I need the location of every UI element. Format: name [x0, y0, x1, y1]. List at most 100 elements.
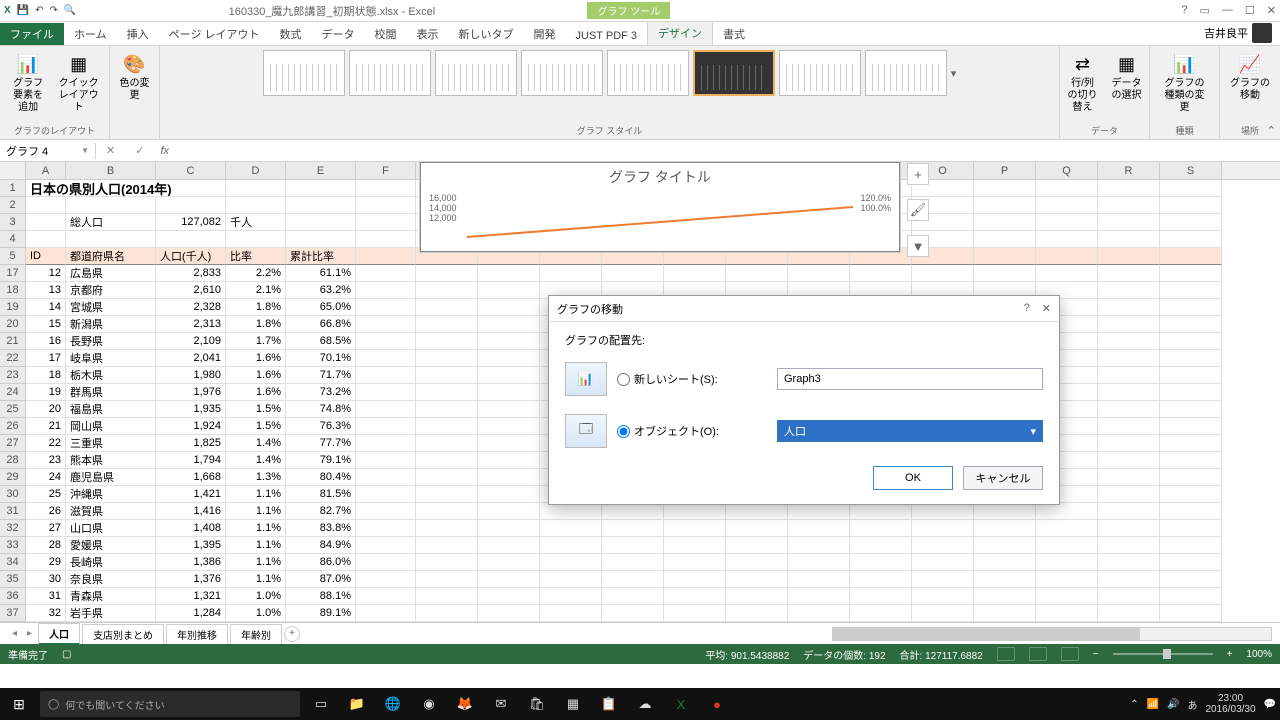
cell[interactable]	[1160, 384, 1222, 401]
cell[interactable]: 青森県	[66, 588, 156, 605]
tab-review[interactable]: 校閲	[365, 23, 407, 45]
cell[interactable]: 1,935	[156, 401, 226, 418]
row-header[interactable]: 23	[0, 367, 26, 384]
cell[interactable]: 1,794	[156, 452, 226, 469]
cell[interactable]: 23	[26, 452, 66, 469]
cell[interactable]: 1.1%	[226, 537, 286, 554]
cell[interactable]: 1,421	[156, 486, 226, 503]
cell[interactable]: 12	[26, 265, 66, 282]
cell[interactable]: 総人口	[66, 214, 156, 231]
cell[interactable]	[788, 605, 850, 622]
cell[interactable]	[1160, 231, 1222, 248]
cell[interactable]	[478, 520, 540, 537]
cell[interactable]	[416, 571, 478, 588]
cell[interactable]	[478, 367, 540, 384]
cell[interactable]	[478, 469, 540, 486]
minimize-icon[interactable]: —	[1222, 4, 1233, 17]
switch-row-column-button[interactable]: ⇄行/列の切り替え	[1063, 50, 1103, 116]
ribbon-options-icon[interactable]: ▭	[1200, 4, 1210, 17]
cell[interactable]	[356, 469, 416, 486]
chart-style-8[interactable]	[865, 50, 947, 96]
cell[interactable]	[478, 435, 540, 452]
cell[interactable]	[478, 537, 540, 554]
cell[interactable]	[726, 571, 788, 588]
cell[interactable]	[974, 503, 1036, 520]
cell[interactable]	[286, 214, 356, 231]
object-in-select[interactable]: 人口▾	[777, 420, 1043, 442]
chart-elements-icon[interactable]: +	[907, 163, 929, 185]
row-header[interactable]: 21	[0, 333, 26, 350]
cell[interactable]	[1160, 282, 1222, 299]
cell[interactable]	[602, 554, 664, 571]
cell[interactable]	[478, 350, 540, 367]
chart-style-4[interactable]	[521, 50, 603, 96]
cell[interactable]	[974, 537, 1036, 554]
sheet-tab-3[interactable]: 年別推移	[166, 624, 228, 644]
cell[interactable]	[974, 248, 1036, 265]
cell[interactable]: 人口(千人)	[156, 248, 226, 265]
enter-formula-icon[interactable]: ✓	[125, 144, 154, 157]
column-header[interactable]: C	[156, 162, 226, 179]
cell[interactable]	[356, 605, 416, 622]
cell[interactable]	[416, 486, 478, 503]
cell[interactable]	[356, 384, 416, 401]
cell[interactable]	[1160, 537, 1222, 554]
cell[interactable]: 沖縄県	[66, 486, 156, 503]
cell[interactable]: 17	[26, 350, 66, 367]
tab-formulas[interactable]: 数式	[270, 23, 312, 45]
chart-filters-icon[interactable]: ▼	[907, 235, 929, 257]
cell[interactable]	[478, 605, 540, 622]
cell[interactable]	[1036, 537, 1098, 554]
cell[interactable]: 1.5%	[226, 418, 286, 435]
cell[interactable]	[602, 588, 664, 605]
cell[interactable]	[478, 452, 540, 469]
cell[interactable]: 86.0%	[286, 554, 356, 571]
row-header[interactable]: 24	[0, 384, 26, 401]
cell[interactable]	[416, 333, 478, 350]
cell[interactable]	[356, 248, 416, 265]
sheet-tab-4[interactable]: 年齢別	[230, 624, 282, 644]
zoom-slider[interactable]	[1113, 653, 1213, 655]
cell[interactable]	[416, 503, 478, 520]
cell[interactable]	[726, 265, 788, 282]
clock[interactable]: 23:002016/03/30	[1205, 693, 1255, 715]
cell[interactable]: 66.8%	[286, 316, 356, 333]
app-icon-3[interactable]: ☁	[630, 691, 660, 717]
cell[interactable]	[1036, 214, 1098, 231]
cell[interactable]	[664, 605, 726, 622]
cell[interactable]	[286, 197, 356, 214]
cell[interactable]	[1160, 401, 1222, 418]
quick-layout-button[interactable]: ▦クイックレイアウト	[54, 50, 103, 116]
row-header[interactable]: 37	[0, 605, 26, 622]
cell[interactable]	[664, 588, 726, 605]
cell[interactable]: 1.5%	[226, 401, 286, 418]
cell[interactable]: 鹿児島県	[66, 469, 156, 486]
cancel-formula-icon[interactable]: ✕	[96, 144, 125, 157]
cell[interactable]: 1.1%	[226, 554, 286, 571]
cell[interactable]	[726, 520, 788, 537]
cell[interactable]	[416, 265, 478, 282]
cell[interactable]	[1160, 248, 1222, 265]
cell[interactable]: 栃木県	[66, 367, 156, 384]
column-header[interactable]: R	[1098, 162, 1160, 179]
cell[interactable]: 1.4%	[226, 435, 286, 452]
view-normal-icon[interactable]	[997, 647, 1015, 661]
cell[interactable]	[850, 520, 912, 537]
cell[interactable]: 65.0%	[286, 299, 356, 316]
cell[interactable]: 87.0%	[286, 571, 356, 588]
close-icon[interactable]: ✕	[1267, 4, 1276, 17]
cell[interactable]	[540, 571, 602, 588]
cell[interactable]	[356, 503, 416, 520]
cell[interactable]	[1036, 248, 1098, 265]
column-header[interactable]: B	[66, 162, 156, 179]
cell[interactable]	[1160, 299, 1222, 316]
cell[interactable]: 1,376	[156, 571, 226, 588]
cell[interactable]	[974, 588, 1036, 605]
cell[interactable]	[356, 231, 416, 248]
cell[interactable]	[416, 537, 478, 554]
dialog-close-icon[interactable]: ✕	[1042, 302, 1051, 315]
cell[interactable]	[788, 265, 850, 282]
radio-object-in[interactable]: オブジェクト(O):	[617, 423, 767, 439]
cell[interactable]	[1036, 571, 1098, 588]
cell[interactable]	[478, 282, 540, 299]
